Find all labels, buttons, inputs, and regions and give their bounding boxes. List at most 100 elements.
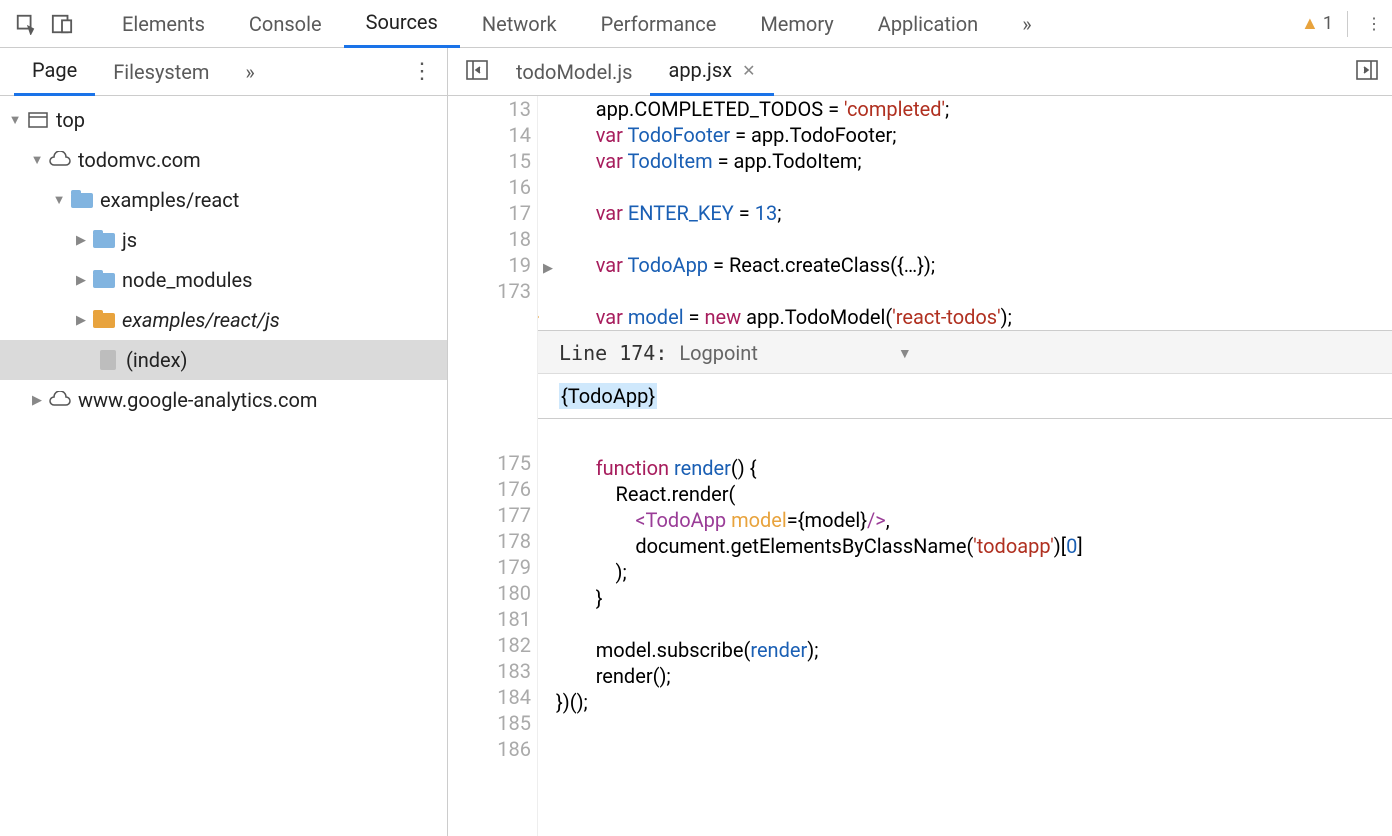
- line-number[interactable]: 15: [448, 148, 531, 174]
- code-line[interactable]: [538, 611, 1392, 637]
- kebab-menu-icon[interactable]: ⋮: [1356, 6, 1392, 42]
- line-number[interactable]: 17: [448, 200, 531, 226]
- line-number[interactable]: 175: [448, 450, 531, 476]
- file-tree: ▼ top ▼ todomvc.com ▼ examples/react ▶ j…: [0, 96, 447, 836]
- fold-marker-icon[interactable]: ▶: [543, 256, 553, 282]
- line-number[interactable]: 182: [448, 632, 531, 658]
- line-number[interactable]: 19▶: [448, 252, 531, 278]
- navigator-tab-filesystem[interactable]: Filesystem: [95, 48, 227, 96]
- code-line[interactable]: var model = new app.TodoModel('react-tod…: [538, 304, 1392, 330]
- line-number[interactable]: 178: [448, 528, 531, 554]
- line-number[interactable]: 176: [448, 476, 531, 502]
- tree-label: (index): [126, 348, 188, 372]
- line-number[interactable]: 185: [448, 710, 531, 736]
- expand-arrow-icon: ▼: [52, 192, 66, 208]
- code-line[interactable]: var TodoItem = app.TodoItem;: [538, 148, 1392, 174]
- devtools-top-tabs: Elements Console Sources Network Perform…: [0, 0, 1392, 48]
- line-number[interactable]: 181: [448, 606, 531, 632]
- cloud-icon: [48, 150, 72, 170]
- tab-sources[interactable]: Sources: [344, 0, 460, 48]
- file-tab-label: app.jsx: [668, 58, 732, 82]
- tree-label: examples/react/js: [122, 308, 280, 332]
- line-number[interactable]: 184: [448, 684, 531, 710]
- navigator-tab-more[interactable]: »: [227, 48, 272, 96]
- code-line[interactable]: React.render(: [538, 481, 1392, 507]
- tree-item-file[interactable]: (index): [0, 340, 447, 380]
- line-number[interactable]: 174: [448, 304, 531, 330]
- tab-elements[interactable]: Elements: [100, 0, 227, 48]
- code-line[interactable]: })();: [538, 689, 1392, 715]
- tree-label: node_modules: [122, 268, 252, 292]
- code-line[interactable]: var TodoApp = React.createClass({…});: [538, 252, 1392, 278]
- close-icon[interactable]: ✕: [742, 61, 755, 80]
- code-line[interactable]: [538, 174, 1392, 200]
- code-line[interactable]: document.getElementsByClassName('todoapp…: [538, 533, 1392, 559]
- code-lines[interactable]: app.COMPLETED_TODOS = 'completed'; var T…: [538, 96, 1392, 836]
- navigator-tabs: Page Filesystem » ⋮: [0, 48, 447, 96]
- warning-count: 1: [1323, 13, 1333, 34]
- toggle-debugger-icon[interactable]: [1346, 60, 1392, 84]
- file-tab-todomodel[interactable]: todoModel.js: [498, 48, 650, 96]
- line-number[interactable]: 16: [448, 174, 531, 200]
- toggle-navigator-icon[interactable]: [456, 60, 498, 84]
- code-line[interactable]: var TodoFooter = app.TodoFooter;: [538, 122, 1392, 148]
- code-line[interactable]: [538, 715, 1392, 741]
- logpoint-type-label: Logpoint: [679, 341, 758, 365]
- expand-arrow-icon: ▼: [30, 152, 44, 168]
- code-line[interactable]: [538, 226, 1392, 252]
- line-number[interactable]: 177: [448, 502, 531, 528]
- code-line[interactable]: [538, 429, 1392, 455]
- tab-application[interactable]: Application: [856, 0, 1000, 48]
- line-number[interactable]: 18: [448, 226, 531, 252]
- code-line[interactable]: <TodoApp model={model}/>,: [538, 507, 1392, 533]
- tree-item-folder[interactable]: ▼ examples/react: [0, 180, 447, 220]
- file-tab-label: todoModel.js: [516, 60, 632, 84]
- code-line[interactable]: );: [538, 559, 1392, 585]
- warnings-badge[interactable]: ▲ 1: [1301, 13, 1339, 34]
- tree-item-domain[interactable]: ▶ www.google-analytics.com: [0, 380, 447, 420]
- line-number[interactable]: 173: [448, 278, 531, 304]
- tree-label: top: [56, 108, 85, 132]
- divider: [1347, 11, 1348, 37]
- tab-network[interactable]: Network: [460, 0, 579, 48]
- line-number[interactable]: 13: [448, 96, 531, 122]
- code-line[interactable]: function render() {: [538, 455, 1392, 481]
- tab-more[interactable]: »: [1000, 0, 1053, 48]
- collapse-arrow-icon: ▶: [30, 393, 44, 408]
- file-tab-app[interactable]: app.jsx ✕: [650, 48, 773, 96]
- tree-item-folder[interactable]: ▶ js: [0, 220, 447, 260]
- warning-icon: ▲: [1301, 13, 1319, 34]
- line-number[interactable]: 179: [448, 554, 531, 580]
- tree-item-domain[interactable]: ▼ todomvc.com: [0, 140, 447, 180]
- logpoint-type-dropdown[interactable]: Logpoint ▼: [679, 341, 1370, 365]
- tree-item-folder[interactable]: ▶ node_modules: [0, 260, 447, 300]
- navigator-tab-page[interactable]: Page: [14, 48, 95, 96]
- logpoint-line-label: Line 174:: [559, 341, 667, 365]
- collapse-arrow-icon: ▶: [74, 313, 88, 328]
- code-line[interactable]: [538, 278, 1392, 304]
- tab-console[interactable]: Console: [227, 0, 344, 48]
- tab-performance[interactable]: Performance: [579, 0, 739, 48]
- tab-memory[interactable]: Memory: [738, 0, 855, 48]
- line-number[interactable]: 14: [448, 122, 531, 148]
- editor-panel: todoModel.js app.jsx ✕ 13141516171819▶17…: [448, 48, 1392, 836]
- collapse-arrow-icon: ▶: [74, 233, 88, 248]
- line-number[interactable]: 183: [448, 658, 531, 684]
- code-line[interactable]: var ENTER_KEY = 13;: [538, 200, 1392, 226]
- logpoint-expression-input[interactable]: {TodoApp}: [538, 373, 1392, 418]
- line-number[interactable]: 180: [448, 580, 531, 606]
- inspect-element-icon[interactable]: [8, 6, 44, 42]
- code-line[interactable]: app.COMPLETED_TODOS = 'completed';: [538, 96, 1392, 122]
- folder-icon: [92, 310, 116, 330]
- line-number[interactable]: 186: [448, 736, 531, 762]
- code-editor[interactable]: 13141516171819▶1731741751761771781791801…: [448, 96, 1392, 836]
- tree-item-top[interactable]: ▼ top: [0, 100, 447, 140]
- tree-label: www.google-analytics.com: [78, 388, 317, 412]
- gutter[interactable]: 13141516171819▶1731741751761771781791801…: [448, 96, 538, 836]
- code-line[interactable]: }: [538, 585, 1392, 611]
- tree-item-folder[interactable]: ▶ examples/react/js: [0, 300, 447, 340]
- code-line[interactable]: render();: [538, 663, 1392, 689]
- code-line[interactable]: model.subscribe(render);: [538, 637, 1392, 663]
- navigator-kebab-icon[interactable]: ⋮: [397, 59, 447, 84]
- device-toolbar-icon[interactable]: [44, 6, 80, 42]
